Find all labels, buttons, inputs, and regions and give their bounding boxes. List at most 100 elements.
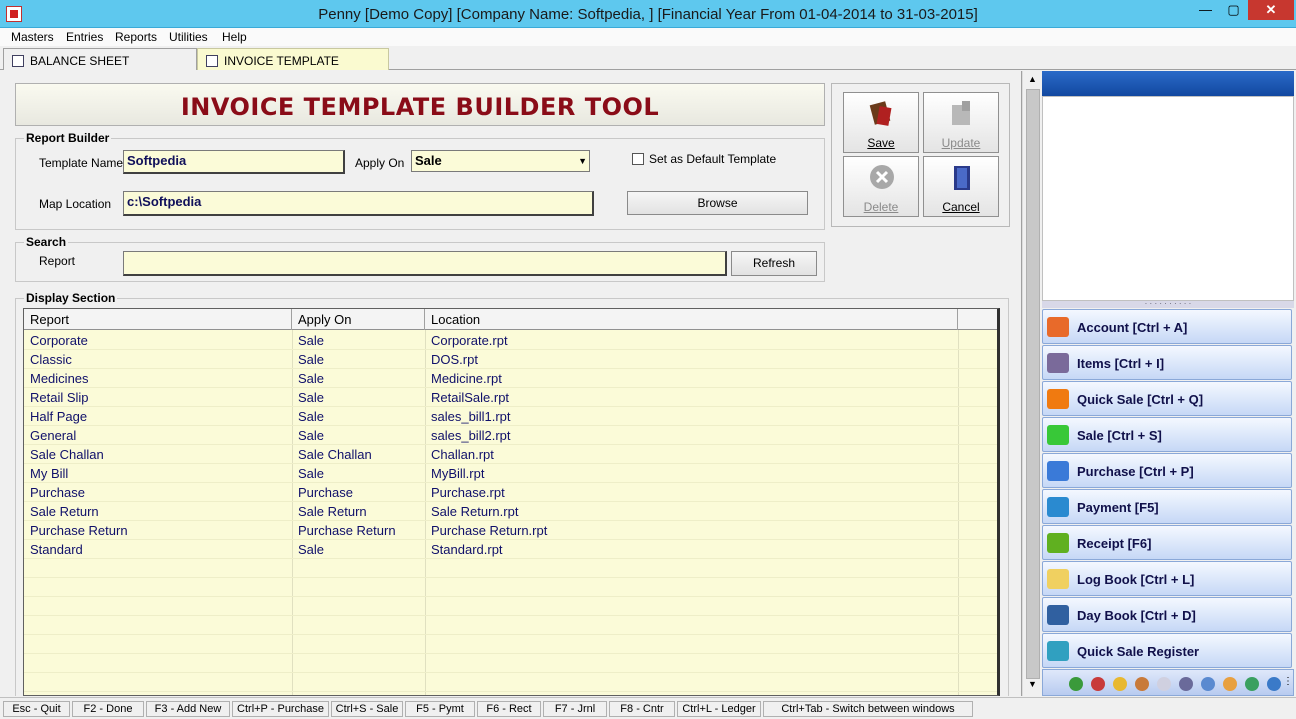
cell-apply-on: Sale bbox=[298, 352, 325, 367]
cell-apply-on: Purchase Return bbox=[298, 523, 396, 538]
table-row[interactable]: Half Page Sale sales_bill1.rpt bbox=[24, 407, 997, 426]
sidebar-item-receipt[interactable]: Receipt [F6] bbox=[1042, 525, 1292, 560]
cell-report: Purchase Return bbox=[30, 523, 128, 538]
menu-help[interactable]: Help bbox=[222, 30, 247, 44]
tag-icon[interactable] bbox=[1135, 677, 1149, 691]
tab-balance-sheet[interactable]: BALANCE SHEET bbox=[3, 48, 197, 70]
globe-icon[interactable] bbox=[1267, 677, 1281, 691]
table-row[interactable]: Purchase Return Purchase Return Purchase R… bbox=[24, 521, 997, 540]
template-name-label: Template Name bbox=[39, 156, 124, 170]
sidebar-item-label: Purchase [Ctrl + P] bbox=[1077, 464, 1194, 479]
column-header-location[interactable]: Location bbox=[425, 309, 958, 330]
menu-reports[interactable]: Reports bbox=[115, 30, 157, 44]
update-button[interactable]: Update bbox=[923, 92, 999, 153]
templates-table: Report Apply On Location Corporate Sale Co… bbox=[23, 308, 1000, 696]
cancel-button[interactable]: Cancel bbox=[923, 156, 999, 217]
table-row[interactable] bbox=[24, 654, 997, 673]
sidebar-item-quick-sale-register[interactable]: Quick Sale Register bbox=[1042, 633, 1292, 668]
menu-entries[interactable]: Entries bbox=[66, 30, 103, 44]
user-icon[interactable] bbox=[1091, 677, 1105, 691]
cell-apply-on: Sale Return bbox=[298, 504, 367, 519]
status-shortcut: Esc - Quit bbox=[3, 701, 70, 717]
sidebar-header bbox=[1042, 71, 1294, 96]
sidebar-item-label: Account [Ctrl + A] bbox=[1077, 320, 1188, 335]
browse-button[interactable]: Browse bbox=[627, 191, 808, 215]
report-search-input[interactable] bbox=[123, 251, 727, 276]
sidebar-blank-panel bbox=[1042, 96, 1294, 301]
table-row[interactable]: Standard Sale Standard.rpt bbox=[24, 540, 997, 559]
maximize-button[interactable]: ▢ bbox=[1220, 0, 1247, 20]
tab-invoice-template[interactable]: INVOICE TEMPLATE bbox=[197, 48, 389, 70]
sidebar-item-payment[interactable]: Payment [F5] bbox=[1042, 489, 1292, 524]
cell-location: sales_bill1.rpt bbox=[431, 409, 511, 424]
table-row[interactable] bbox=[24, 597, 997, 616]
log-book-icon bbox=[1047, 569, 1069, 589]
sidebar-item-label: Quick Sale Register bbox=[1077, 644, 1200, 659]
account-icon bbox=[1047, 317, 1069, 337]
scroll-up-icon[interactable]: ▲ bbox=[1028, 74, 1037, 84]
table-row[interactable]: Classic Sale DOS.rpt bbox=[24, 350, 997, 369]
sidebar-splitter[interactable]: · · · · · · · · · · bbox=[1042, 300, 1294, 308]
delete-button[interactable]: Delete bbox=[843, 156, 919, 217]
apply-on-select[interactable]: Sale ▼ bbox=[411, 150, 590, 172]
report-builder-legend: Report Builder bbox=[24, 131, 112, 145]
menu-masters[interactable]: Masters bbox=[11, 30, 54, 44]
chevron-down-icon[interactable]: ▼ bbox=[578, 156, 587, 166]
scrollbar-thumb[interactable] bbox=[1026, 89, 1040, 679]
sidebar-item-purchase[interactable]: Purchase [Ctrl + P] bbox=[1042, 453, 1292, 488]
table-row[interactable]: Sale Challan Sale Challan Challan.rpt bbox=[24, 445, 997, 464]
table-row[interactable]: My Bill Sale MyBill.rpt bbox=[24, 464, 997, 483]
table-row[interactable]: Medicines Sale Medicine.rpt bbox=[24, 369, 997, 388]
table-row[interactable] bbox=[24, 559, 997, 578]
sidebar-item-day-book[interactable]: Day Book [Ctrl + D] bbox=[1042, 597, 1292, 632]
table-row[interactable] bbox=[24, 578, 997, 597]
menu-utilities[interactable]: Utilities bbox=[169, 30, 208, 44]
table-row[interactable]: General Sale sales_bill2.rpt bbox=[24, 426, 997, 445]
close-button[interactable]: ✕ bbox=[1248, 0, 1294, 20]
sidebar-item-sale[interactable]: Sale [Ctrl + S] bbox=[1042, 417, 1292, 452]
table-row[interactable]: Corporate Sale Corporate.rpt bbox=[24, 331, 997, 350]
money-icon[interactable] bbox=[1245, 677, 1259, 691]
status-shortcut: Ctrl+S - Sale bbox=[331, 701, 403, 717]
users-icon[interactable] bbox=[1179, 677, 1193, 691]
pen-icon[interactable] bbox=[1223, 677, 1237, 691]
column-header-report[interactable]: Report bbox=[24, 309, 292, 330]
scroll-down-icon[interactable]: ▼ bbox=[1028, 679, 1037, 689]
table-row[interactable]: Sale Return Sale Return Sale Return.rpt bbox=[24, 502, 997, 521]
table-row[interactable] bbox=[24, 635, 997, 654]
sidebar-toolbar: ⋮ bbox=[1042, 669, 1294, 696]
menu-bar: Masters Entries Reports Utilities Help bbox=[0, 28, 1296, 46]
tab-bar: BALANCE SHEET INVOICE TEMPLATE bbox=[0, 46, 1296, 70]
table-row[interactable]: Retail Slip Sale RetailSale.rpt bbox=[24, 388, 997, 407]
sidebar-item-items[interactable]: Items [Ctrl + I] bbox=[1042, 345, 1292, 380]
table-row[interactable]: Purchase Purchase Purchase.rpt bbox=[24, 483, 997, 502]
status-shortcut: F7 - Jrnl bbox=[543, 701, 607, 717]
cell-location: Purchase Return.rpt bbox=[431, 523, 548, 538]
door-icon[interactable] bbox=[1157, 677, 1171, 691]
more-icon[interactable]: ⋮ bbox=[1283, 676, 1293, 687]
sidebar-item-quick-sale[interactable]: Quick Sale [Ctrl + Q] bbox=[1042, 381, 1292, 416]
cell-location: Sale Return.rpt bbox=[431, 504, 519, 519]
cell-location: Medicine.rpt bbox=[431, 371, 502, 386]
cell-report: Sale Return bbox=[30, 504, 99, 519]
table-row[interactable] bbox=[24, 673, 997, 692]
minimize-button[interactable]: — bbox=[1192, 0, 1219, 20]
cell-apply-on: Sale bbox=[298, 390, 325, 405]
map-location-input[interactable]: c:\Softpedia bbox=[123, 191, 594, 216]
chat-icon[interactable] bbox=[1201, 677, 1215, 691]
sidebar-item-account[interactable]: Account [Ctrl + A] bbox=[1042, 309, 1292, 344]
cell-report: Medicines bbox=[30, 371, 89, 386]
save-button[interactable]: Save bbox=[843, 92, 919, 153]
default-template-checkbox[interactable] bbox=[632, 153, 644, 165]
status-shortcut: F2 - Done bbox=[72, 701, 144, 717]
template-name-input[interactable]: Softpedia bbox=[123, 150, 345, 174]
table-row[interactable] bbox=[24, 616, 997, 635]
sidebar-item-log-book[interactable]: Log Book [Ctrl + L] bbox=[1042, 561, 1292, 596]
refresh-button[interactable]: Refresh bbox=[731, 251, 817, 276]
search-icon[interactable] bbox=[1113, 677, 1127, 691]
vertical-scrollbar[interactable]: ▲ ▼ bbox=[1022, 71, 1042, 696]
payment-icon bbox=[1047, 497, 1069, 517]
column-header-apply-on[interactable]: Apply On bbox=[292, 309, 425, 330]
user-icon[interactable] bbox=[1069, 677, 1083, 691]
map-location-label: Map Location bbox=[39, 197, 112, 211]
